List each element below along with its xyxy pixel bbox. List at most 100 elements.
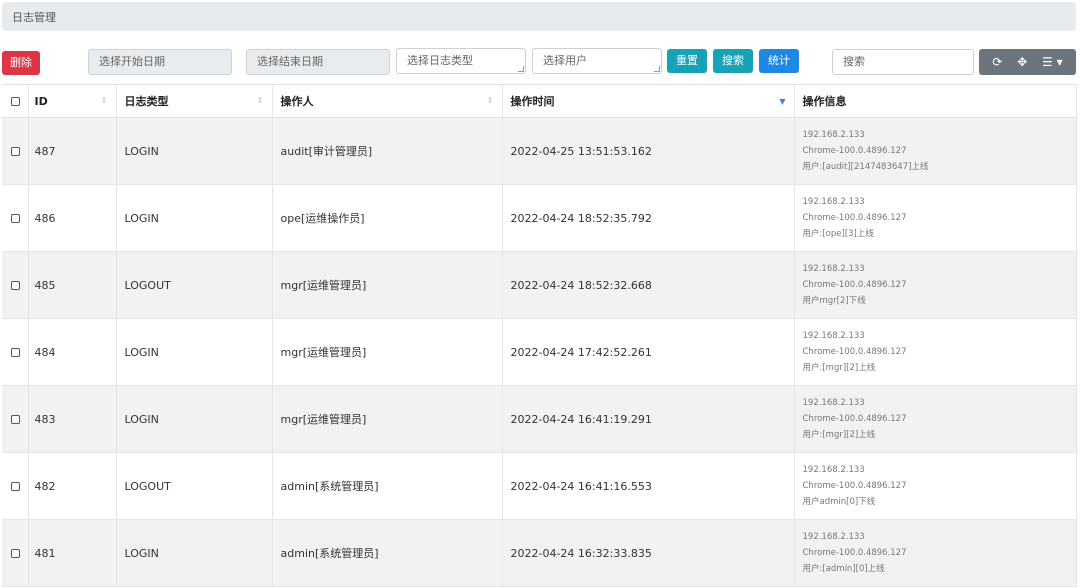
table-header: ID ⇕ 日志类型 ⇕ 操作人 ⇕ 操作时间 ▼ 操作信息 xyxy=(2,84,1077,118)
cell-info: 192.168.2.133 Chrome-100.0.4896.127 用户:[ad… xyxy=(794,519,1077,587)
cell-operator: mgr[运维管理员] xyxy=(272,251,503,319)
cell-type: LOGIN xyxy=(116,117,273,185)
row-checkbox[interactable] xyxy=(2,184,29,252)
cell-time: 2022-04-24 16:32:33.835 xyxy=(502,519,795,587)
info-message: 用户:[admin][0]上线 xyxy=(802,564,885,574)
resize-grip-icon xyxy=(518,66,524,72)
row-checkbox[interactable] xyxy=(2,519,29,587)
row-checkbox[interactable] xyxy=(2,385,29,453)
page-title: 日志管理 xyxy=(12,11,56,24)
cell-operator: audit[审计管理员] xyxy=(272,117,503,185)
info-ip: 192.168.2.133 xyxy=(802,197,865,207)
table-row[interactable]: 482 LOGOUT admin[系统管理员] 2022-04-24 16:41:16… xyxy=(2,452,1077,520)
cell-type: LOGIN xyxy=(116,385,273,453)
cell-id: 484 xyxy=(28,318,117,386)
header-info: 操作信息 xyxy=(794,84,1077,118)
cell-type: LOGIN xyxy=(116,184,273,252)
end-date-field[interactable]: 选择结束日期 xyxy=(246,49,390,75)
header-time[interactable]: 操作时间 ▼ xyxy=(502,84,795,118)
info-agent: Chrome-100.0.4896.127 xyxy=(802,213,907,223)
log-type-select[interactable]: 选择日志类型 xyxy=(396,48,526,74)
cell-time: 2022-04-24 16:41:16.553 xyxy=(502,452,795,520)
checkbox-icon xyxy=(11,549,20,558)
cell-type: LOGOUT xyxy=(116,452,273,520)
sort-desc-icon: ▼ xyxy=(779,97,786,106)
search-button[interactable]: 搜索 xyxy=(713,49,753,73)
user-placeholder: 选择用户 xyxy=(543,54,587,67)
cell-info: 192.168.2.133 Chrome-100.0.4896.127 用户:[mg… xyxy=(794,318,1077,386)
log-type-placeholder: 选择日志类型 xyxy=(407,54,473,67)
cell-operator: admin[系统管理员] xyxy=(272,452,503,520)
search-input[interactable]: 搜索 xyxy=(832,49,974,75)
checkbox-icon xyxy=(11,482,20,491)
breadcrumb: 日志管理 xyxy=(2,2,1076,31)
sort-icon: ⇕ xyxy=(486,96,494,105)
refresh-icon[interactable]: ⟳ xyxy=(992,55,1002,69)
cell-operator: admin[系统管理员] xyxy=(272,519,503,587)
columns-icon[interactable]: ☰ ▾ xyxy=(1042,55,1063,69)
row-checkbox[interactable] xyxy=(2,452,29,520)
info-message: 用户admin[0]下线 xyxy=(802,497,876,507)
row-checkbox[interactable] xyxy=(2,318,29,386)
checkbox-icon xyxy=(11,147,20,156)
table-row[interactable]: 483 LOGIN mgr[运维管理员] 2022-04-24 16:41:19.29… xyxy=(2,385,1077,453)
row-checkbox[interactable] xyxy=(2,251,29,319)
cell-info: 192.168.2.133 Chrome-100.0.4896.127 用户mgr[… xyxy=(794,251,1077,319)
table-row[interactable]: 481 LOGIN admin[系统管理员] 2022-04-24 16:32:33.… xyxy=(2,519,1077,587)
info-agent: Chrome-100.0.4896.127 xyxy=(802,146,907,156)
log-table: ID ⇕ 日志类型 ⇕ 操作人 ⇕ 操作时间 ▼ 操作信息 487 LOGIN audit[… xyxy=(2,84,1077,587)
cell-operator: mgr[运维管理员] xyxy=(272,318,503,386)
toolbar: 删除 选择开始日期 选择结束日期 选择日志类型 选择用户 重置 搜索 统计 搜索… xyxy=(0,48,1080,78)
info-agent: Chrome-100.0.4896.127 xyxy=(802,280,907,290)
checkbox-icon xyxy=(11,97,20,106)
cell-time: 2022-04-24 17:42:52.261 xyxy=(502,318,795,386)
header-operator[interactable]: 操作人 ⇕ xyxy=(272,84,503,118)
cell-info: 192.168.2.133 Chrome-100.0.4896.127 用户:[mg… xyxy=(794,385,1077,453)
cell-id: 483 xyxy=(28,385,117,453)
info-message: 用户:[ope][3]上线 xyxy=(802,229,874,239)
cell-id: 487 xyxy=(28,117,117,185)
cell-type: LOGIN xyxy=(116,519,273,587)
info-ip: 192.168.2.133 xyxy=(802,331,865,341)
cell-type: LOGIN xyxy=(116,318,273,386)
move-icon[interactable]: ✥ xyxy=(1017,55,1027,69)
start-date-field[interactable]: 选择开始日期 xyxy=(88,49,232,75)
select-all-checkbox[interactable] xyxy=(2,84,29,118)
cell-time: 2022-04-24 18:52:32.668 xyxy=(502,251,795,319)
info-ip: 192.168.2.133 xyxy=(802,398,865,408)
header-type[interactable]: 日志类型 ⇕ xyxy=(116,84,273,118)
cell-info: 192.168.2.133 Chrome-100.0.4896.127 用户admi… xyxy=(794,452,1077,520)
info-message: 用户mgr[2]下线 xyxy=(802,296,866,306)
info-ip: 192.168.2.133 xyxy=(802,130,865,140)
cell-time: 2022-04-25 13:51:53.162 xyxy=(502,117,795,185)
row-checkbox[interactable] xyxy=(2,117,29,185)
checkbox-icon xyxy=(11,214,20,223)
table-row[interactable]: 487 LOGIN audit[审计管理员] 2022-04-25 13:51:53.… xyxy=(2,117,1077,185)
info-agent: Chrome-100.0.4896.127 xyxy=(802,548,907,558)
stats-button[interactable]: 统计 xyxy=(759,49,799,73)
reset-button[interactable]: 重置 xyxy=(667,49,707,73)
sort-icon: ⇕ xyxy=(256,96,264,105)
info-ip: 192.168.2.133 xyxy=(802,264,865,274)
info-ip: 192.168.2.133 xyxy=(802,465,865,475)
header-info-label: 操作信息 xyxy=(802,95,847,108)
sort-icon: ⇕ xyxy=(100,96,108,105)
header-time-label: 操作时间 xyxy=(510,95,555,108)
user-select[interactable]: 选择用户 xyxy=(532,48,662,74)
header-operator-label: 操作人 xyxy=(280,95,314,108)
cell-time: 2022-04-24 16:41:19.291 xyxy=(502,385,795,453)
info-message: 用户:[audit][2147483647]上线 xyxy=(802,162,929,172)
header-id[interactable]: ID ⇕ xyxy=(28,84,117,118)
table-row[interactable]: 486 LOGIN ope[运维操作员] 2022-04-24 18:52:35.79… xyxy=(2,184,1077,252)
cell-type: LOGOUT xyxy=(116,251,273,319)
header-id-label: ID xyxy=(34,94,48,108)
table-row[interactable]: 485 LOGOUT mgr[运维管理员] 2022-04-24 18:52:32.6… xyxy=(2,251,1077,319)
checkbox-icon xyxy=(11,415,20,424)
info-agent: Chrome-100.0.4896.127 xyxy=(802,347,907,357)
cell-id: 486 xyxy=(28,184,117,252)
table-row[interactable]: 484 LOGIN mgr[运维管理员] 2022-04-24 17:42:52.26… xyxy=(2,318,1077,386)
checkbox-icon xyxy=(11,281,20,290)
table-tools: ⟳ ✥ ☰ ▾ xyxy=(979,49,1076,75)
info-agent: Chrome-100.0.4896.127 xyxy=(802,481,907,491)
delete-button[interactable]: 删除 xyxy=(2,51,40,75)
